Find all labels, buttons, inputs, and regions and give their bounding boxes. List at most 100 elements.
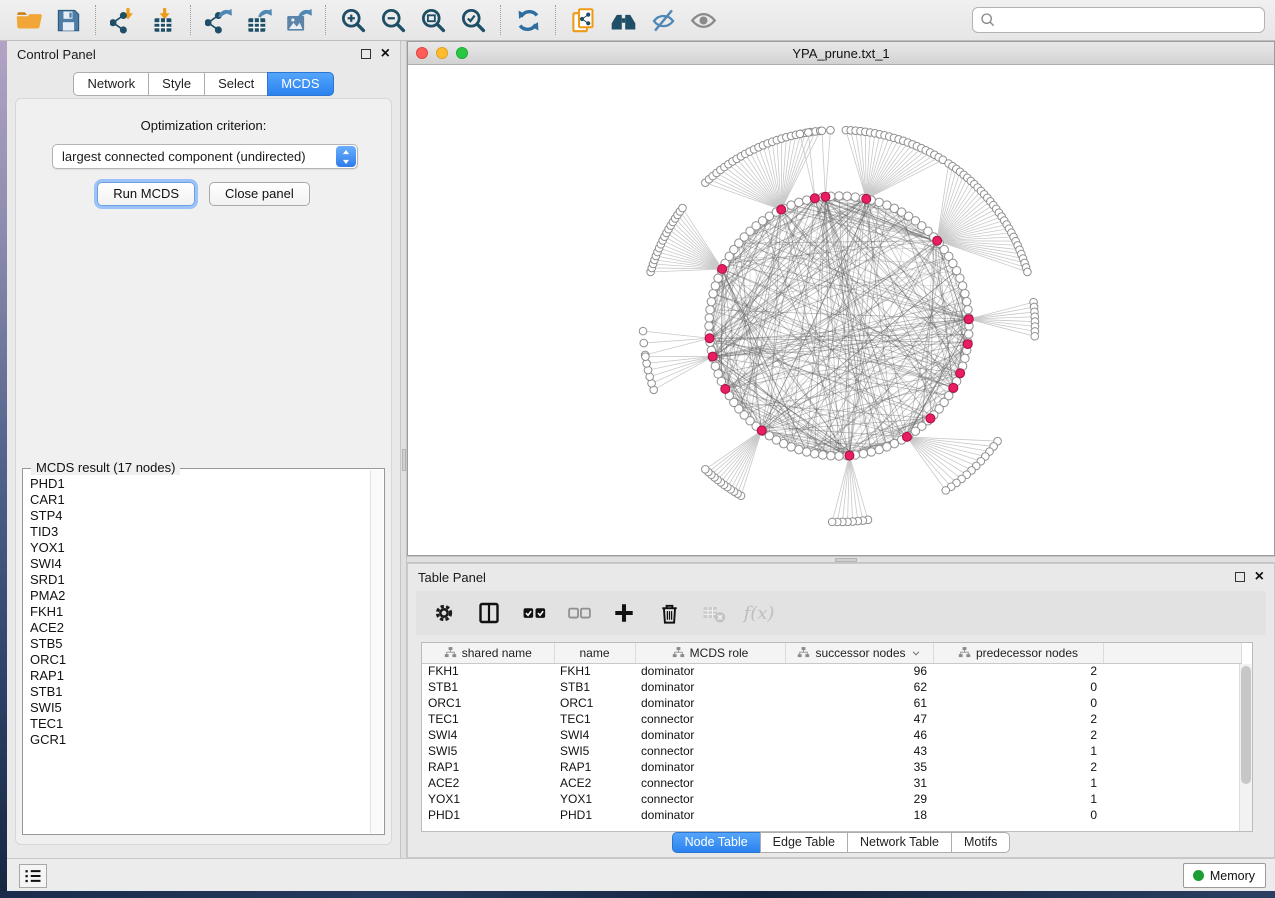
table-row[interactable]: ORC1ORC1dominator610 xyxy=(422,695,1241,711)
dominator-node[interactable] xyxy=(821,192,830,201)
list-item[interactable]: ACE2 xyxy=(30,620,384,636)
list-item[interactable]: PMA2 xyxy=(30,588,384,604)
network-node[interactable] xyxy=(867,448,875,456)
export-table-icon[interactable] xyxy=(238,2,278,38)
network-node[interactable] xyxy=(642,353,650,361)
network-node[interactable] xyxy=(787,201,795,209)
export-network-icon[interactable] xyxy=(198,2,238,38)
dominator-node[interactable] xyxy=(862,194,871,203)
float-panel-icon[interactable] xyxy=(1235,572,1245,582)
network-node[interactable] xyxy=(711,282,719,290)
network-node[interactable] xyxy=(711,362,719,370)
network-node[interactable] xyxy=(827,126,835,134)
table-row[interactable]: SWI5SWI5connector431 xyxy=(422,743,1241,759)
float-panel-icon[interactable] xyxy=(361,49,371,59)
network-node[interactable] xyxy=(964,306,972,314)
network-node[interactable] xyxy=(961,354,969,362)
scrollbar-thumb[interactable] xyxy=(1241,666,1251,784)
dominator-node[interactable] xyxy=(963,340,972,349)
network-node[interactable] xyxy=(875,445,883,453)
search-input[interactable] xyxy=(996,10,1264,30)
dominator-node[interactable] xyxy=(718,265,727,274)
network-node[interactable] xyxy=(819,451,827,459)
list-item[interactable]: STB1 xyxy=(30,684,384,700)
network-node[interactable] xyxy=(810,449,818,457)
network-node[interactable] xyxy=(714,370,722,378)
table-row[interactable]: STB1STB1dominator620 xyxy=(422,679,1241,695)
list-item[interactable]: YOX1 xyxy=(30,540,384,556)
dominator-node[interactable] xyxy=(721,385,730,394)
table-row[interactable]: SWI4SWI4dominator462 xyxy=(422,727,1241,743)
dominator-node[interactable] xyxy=(708,352,717,361)
list-item[interactable]: TID3 xyxy=(30,524,384,540)
import-table-icon[interactable] xyxy=(143,2,183,38)
network-node[interactable] xyxy=(709,289,717,297)
column-header-successor-nodes[interactable]: successor nodes xyxy=(785,643,933,663)
vertical-splitter[interactable] xyxy=(400,41,407,858)
network-node[interactable] xyxy=(707,297,715,305)
tab-mcds[interactable]: MCDS xyxy=(267,72,333,96)
network-node[interactable] xyxy=(1024,268,1032,276)
save-session-icon[interactable] xyxy=(48,2,88,38)
network-node[interactable] xyxy=(851,193,859,201)
network-node[interactable] xyxy=(818,127,826,135)
show-all-icon[interactable] xyxy=(683,2,723,38)
network-node[interactable] xyxy=(706,306,714,314)
network-node[interactable] xyxy=(640,339,648,347)
dominator-node[interactable] xyxy=(777,205,786,214)
add-column-icon[interactable] xyxy=(606,595,642,631)
result-list-scrollbar[interactable] xyxy=(370,470,383,833)
network-node[interactable] xyxy=(843,192,851,200)
column-header-predecessor-nodes[interactable]: predecessor nodes xyxy=(933,643,1103,663)
table-scrollbar[interactable] xyxy=(1239,664,1252,831)
hide-selection-icon[interactable] xyxy=(643,2,683,38)
network-node[interactable] xyxy=(827,452,835,460)
network-node[interactable] xyxy=(795,445,803,453)
network-node[interactable] xyxy=(883,443,891,451)
dominator-node[interactable] xyxy=(902,432,911,441)
task-history-button[interactable] xyxy=(19,864,47,888)
list-item[interactable]: GCR1 xyxy=(30,732,384,748)
list-item[interactable]: STP4 xyxy=(30,508,384,524)
network-node[interactable] xyxy=(639,327,647,335)
column-header-name[interactable]: name xyxy=(554,643,635,663)
tab-edge-table[interactable]: Edge Table xyxy=(760,832,847,853)
tab-select[interactable]: Select xyxy=(204,72,267,96)
dominator-node[interactable] xyxy=(949,383,958,392)
close-panel-button[interactable]: Close panel xyxy=(209,182,310,206)
memory-button[interactable]: Memory xyxy=(1183,863,1266,888)
table-row[interactable]: FKH1FKH1dominator962 xyxy=(422,663,1241,679)
list-item[interactable]: SWI4 xyxy=(30,556,384,572)
optimization-criterion-select[interactable]: largest connected component (undirected) xyxy=(52,144,358,169)
list-item[interactable]: FKH1 xyxy=(30,604,384,620)
zoom-selected-icon[interactable] xyxy=(453,2,493,38)
dominator-node[interactable] xyxy=(810,194,819,203)
tab-style[interactable]: Style xyxy=(148,72,204,96)
network-node[interactable] xyxy=(956,274,964,282)
network-node[interactable] xyxy=(961,289,969,297)
export-image-icon[interactable] xyxy=(278,2,318,38)
network-node[interactable] xyxy=(702,466,710,474)
dominator-node[interactable] xyxy=(933,236,942,245)
first-neighbors-icon[interactable] xyxy=(603,2,643,38)
list-item[interactable]: CAR1 xyxy=(30,492,384,508)
dominator-node[interactable] xyxy=(956,369,965,378)
network-from-document-icon[interactable] xyxy=(563,2,603,38)
network-node[interactable] xyxy=(942,487,950,495)
table-row[interactable]: RAP1RAP1dominator352 xyxy=(422,759,1241,775)
table-row[interactable]: PHD1PHD1dominator180 xyxy=(422,807,1241,823)
delete-column-icon[interactable] xyxy=(651,595,687,631)
run-mcds-button[interactable]: Run MCDS xyxy=(97,182,195,206)
dominator-node[interactable] xyxy=(964,315,973,324)
tab-motifs[interactable]: Motifs xyxy=(951,832,1010,853)
zoom-out-icon[interactable] xyxy=(373,2,413,38)
network-node[interactable] xyxy=(962,297,970,305)
zoom-in-icon[interactable] xyxy=(333,2,373,38)
network-node[interactable] xyxy=(679,204,687,212)
network-node[interactable] xyxy=(796,130,804,138)
list-item[interactable]: SRD1 xyxy=(30,572,384,588)
network-graph[interactable] xyxy=(408,65,1274,555)
import-network-icon[interactable] xyxy=(103,2,143,38)
table-row[interactable]: YOX1YOX1connector291 xyxy=(422,791,1241,807)
sort-menu-icon[interactable] xyxy=(911,648,921,658)
